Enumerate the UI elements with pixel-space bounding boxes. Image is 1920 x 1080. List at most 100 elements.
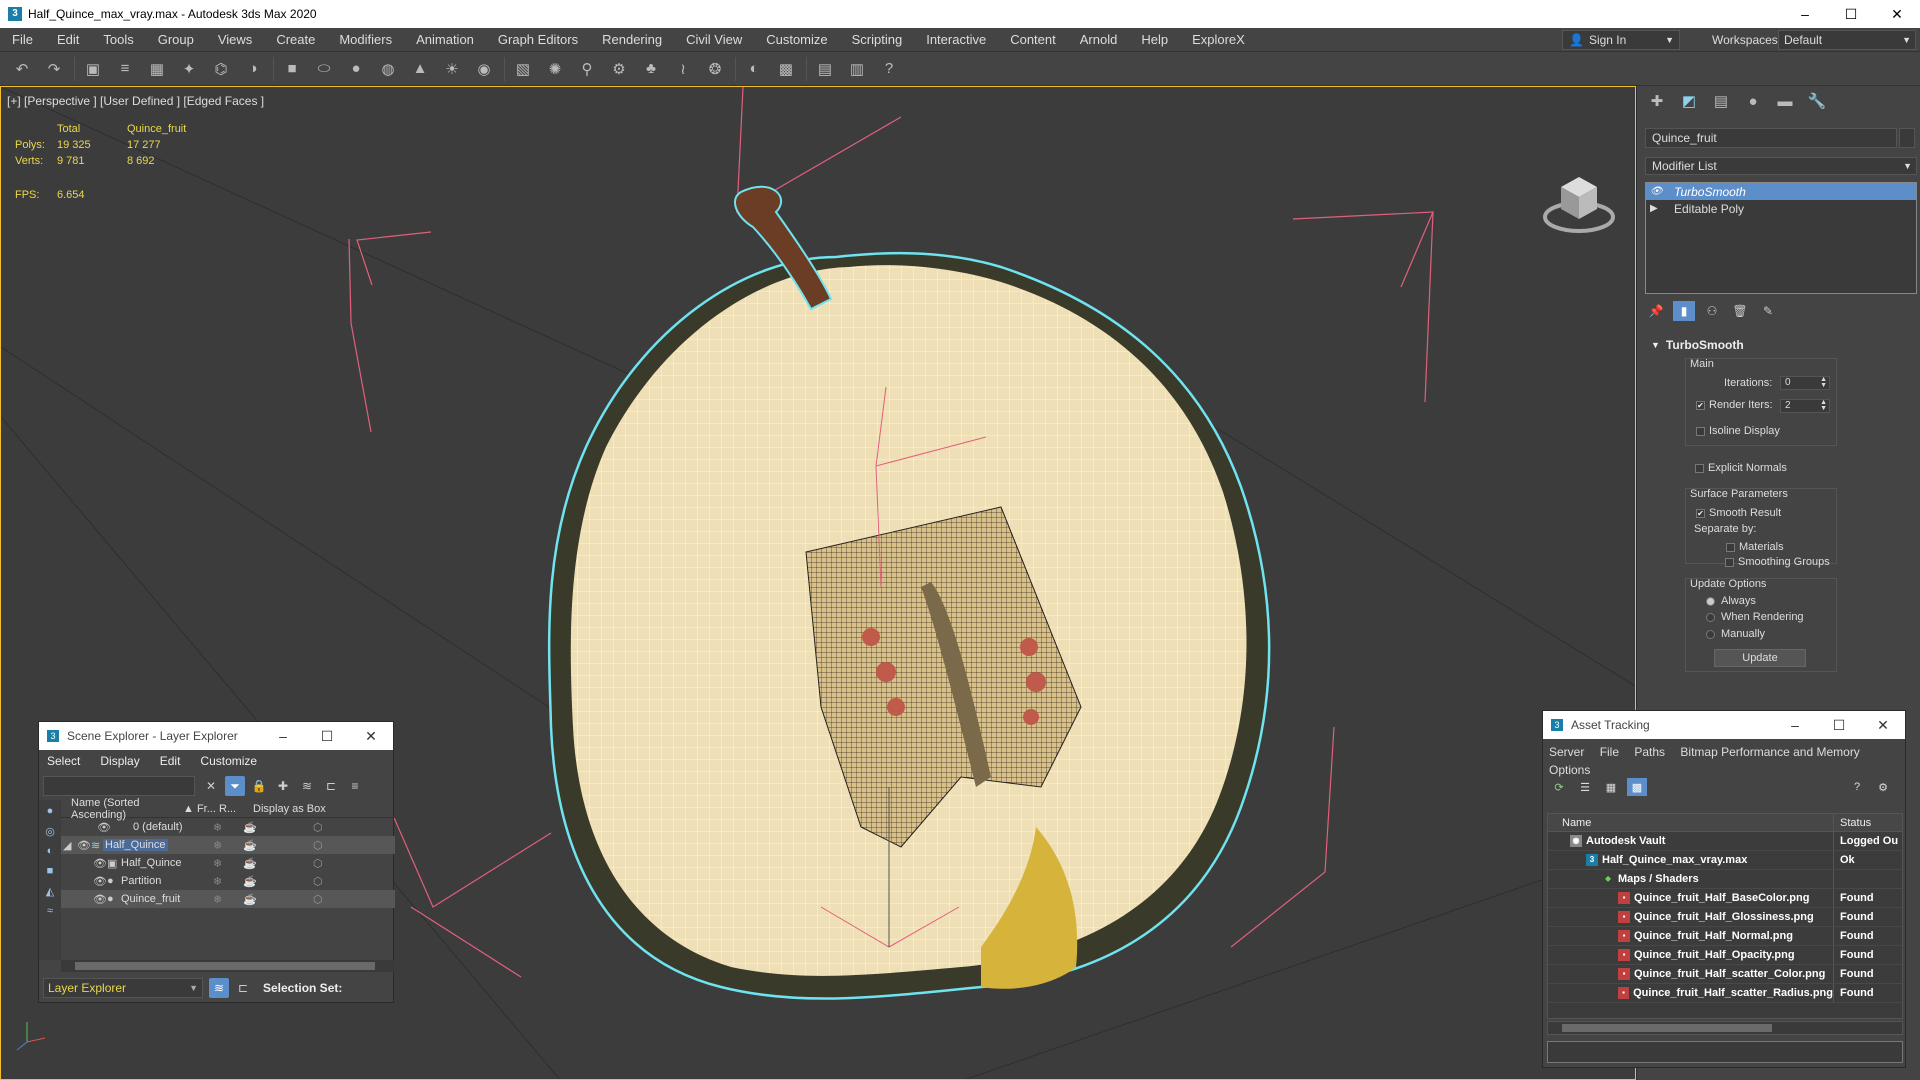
asset-row[interactable]: ▪ Quince_fruit_Half_scatter_Color.png Fou… <box>1548 965 1902 984</box>
close-button[interactable]: ✕ <box>1874 0 1920 28</box>
col-display-as-box[interactable]: Display as Box <box>253 803 326 815</box>
eye-icon[interactable]: 👁 <box>93 875 107 888</box>
freeze-icon[interactable]: ❄ <box>213 893 222 906</box>
scrollbar-thumb[interactable] <box>75 962 375 970</box>
cone-icon[interactable]: ▲ <box>408 57 432 81</box>
menu-tools[interactable]: Tools <box>91 32 145 47</box>
asset-row[interactable]: ▪ Quince_fruit_Half_Opacity.png Found <box>1548 946 1902 965</box>
plant-icon[interactable]: ♣ <box>639 57 663 81</box>
box-icon[interactable]: ⬡ <box>313 875 323 888</box>
asset-row[interactable]: ▪ Quince_fruit_Half_scatter_Radius.png Fo… <box>1548 984 1902 1003</box>
col-name[interactable]: Name (Sorted Ascending) <box>61 797 183 821</box>
layers-icon[interactable]: ≡ <box>113 57 137 81</box>
rollout-header[interactable]: ▼ TurboSmooth <box>1645 336 1917 354</box>
checkbox-checked-icon[interactable]: ✔ <box>1696 400 1705 410</box>
cylinder-icon[interactable]: ⬭ <box>312 57 336 81</box>
expand-icon[interactable]: ◢ <box>63 839 71 852</box>
menu-customize[interactable]: Customize <box>200 754 257 768</box>
search-input[interactable] <box>43 776 195 796</box>
maximize-button[interactable]: ☐ <box>1817 717 1861 734</box>
menu-file[interactable]: File <box>1600 745 1619 759</box>
torus-icon[interactable]: ◍ <box>376 57 400 81</box>
menu-arnold[interactable]: Arnold <box>1068 32 1130 47</box>
eye-icon[interactable]: 👁 <box>93 857 107 870</box>
clear-search-icon[interactable]: ✕ <box>201 776 221 796</box>
asset-icon[interactable]: ▥ <box>845 57 869 81</box>
render-frame-icon[interactable]: ▤ <box>813 57 837 81</box>
gear-icon[interactable]: ⚙ <box>607 57 631 81</box>
bulb-icon[interactable]: ◉ <box>472 57 496 81</box>
smoothing-groups-checkbox[interactable]: Smoothing Groups <box>1725 556 1830 568</box>
radio-icon[interactable] <box>1706 629 1715 639</box>
geometry-filter-icon[interactable]: ● <box>41 802 59 820</box>
menu-server[interactable]: Server <box>1549 745 1584 759</box>
toolbox-icon[interactable]: ▦ <box>145 57 169 81</box>
camera-filter-icon[interactable]: ■ <box>41 862 59 880</box>
asset-row[interactable]: 3 Half_Quince_max_vray.max Ok <box>1548 851 1902 870</box>
help-icon[interactable]: ? <box>877 57 901 81</box>
list-view-icon[interactable]: ☰ <box>1575 778 1595 796</box>
checkbox-icon[interactable] <box>1695 463 1704 473</box>
object-color-swatch[interactable] <box>1899 128 1915 148</box>
object-row[interactable]: 👁 ● Partition ❄ ☕ ⬡ <box>61 872 395 890</box>
menu-rendering[interactable]: Rendering <box>590 32 674 47</box>
checkbox-icon[interactable] <box>1696 426 1705 436</box>
spacewarp-filter-icon[interactable]: ≈ <box>41 902 59 920</box>
explicit-normals-checkbox[interactable]: Explicit Normals <box>1695 462 1787 474</box>
layers-toggle-icon[interactable]: ≋ <box>209 978 229 998</box>
particle-icon[interactable]: ✺ <box>543 57 567 81</box>
minimize-button[interactable]: – <box>1773 717 1817 734</box>
render-icon[interactable]: ☕ <box>243 857 257 870</box>
hierarchy-icon[interactable]: ⊏ <box>321 776 341 796</box>
thumbnail-view-icon[interactable]: ▦ <box>1601 778 1621 796</box>
sign-in-dropdown[interactable]: 👤 Sign In ▼ <box>1562 30 1680 50</box>
box-icon[interactable]: ⬡ <box>313 893 323 906</box>
col-name[interactable]: Name <box>1548 814 1834 831</box>
refresh-icon[interactable]: ⟳ <box>1549 778 1569 796</box>
checkbox-icon[interactable] <box>1726 542 1735 552</box>
box-icon[interactable]: ⬡ <box>313 839 323 852</box>
modifier-list-dropdown[interactable]: Modifier List ▼ <box>1645 157 1917 175</box>
manually-radio[interactable]: Manually <box>1706 628 1765 640</box>
checkbox-checked-icon[interactable]: ✔ <box>1696 508 1705 518</box>
grid-icon[interactable]: ▧ <box>511 57 535 81</box>
menu-interactive[interactable]: Interactive <box>914 32 998 47</box>
eye-icon[interactable]: 👁 <box>97 821 111 834</box>
checkbox-icon[interactable] <box>1725 557 1734 567</box>
menu-civil-view[interactable]: Civil View <box>674 32 754 47</box>
render-icon[interactable]: ☕ <box>243 893 257 906</box>
mirror-icon[interactable]: ◑ <box>241 57 265 81</box>
close-button[interactable]: ✕ <box>1861 717 1905 734</box>
menu-animation[interactable]: Animation <box>404 32 486 47</box>
settings-icon[interactable]: ⚙ <box>1873 778 1893 796</box>
freeze-icon[interactable]: ❄ <box>213 839 222 852</box>
asset-tracking-titlebar[interactable]: 3 Asset Tracking – ☐ ✕ <box>1543 711 1905 739</box>
update-button[interactable]: Update <box>1714 649 1806 667</box>
helper-filter-icon[interactable]: ◭ <box>41 882 59 900</box>
make-unique-icon[interactable]: ⚇ <box>1701 301 1723 321</box>
col-status[interactable]: Status <box>1834 814 1871 831</box>
isoline-display-checkbox[interactable]: Isoline Display <box>1696 425 1780 437</box>
sphere-icon[interactable]: ● <box>344 57 368 81</box>
render-icon[interactable]: ☕ <box>243 839 257 852</box>
menu-paths[interactable]: Paths <box>1634 745 1665 759</box>
radio-icon[interactable] <box>1706 612 1715 622</box>
bone-icon[interactable]: ⚲ <box>575 57 599 81</box>
undo-icon[interactable]: ↶ <box>10 57 34 81</box>
spinner-arrows-icon[interactable]: ▲ ▼ <box>1820 399 1827 412</box>
smooth-result-checkbox[interactable]: ✔ Smooth Result <box>1696 507 1781 519</box>
motion-tab-icon[interactable]: ● <box>1741 90 1765 112</box>
help-icon[interactable]: ? <box>1847 778 1867 796</box>
horizontal-scrollbar[interactable] <box>1547 1021 1903 1035</box>
menu-modifiers[interactable]: Modifiers <box>327 32 404 47</box>
freeze-icon[interactable]: ❄ <box>213 875 222 888</box>
modify-tab-icon[interactable]: ◩ <box>1677 90 1701 112</box>
menu-edit[interactable]: Edit <box>160 754 181 768</box>
horizontal-scrollbar[interactable] <box>61 960 395 972</box>
pin-stack-icon[interactable]: 📌 <box>1645 301 1667 321</box>
box-icon[interactable]: ■ <box>280 57 304 81</box>
spinner-arrows-icon[interactable]: ▲ ▼ <box>1820 376 1827 389</box>
menu-scripting[interactable]: Scripting <box>840 32 915 47</box>
render-icon[interactable]: ▩ <box>774 57 798 81</box>
close-button[interactable]: ✕ <box>349 728 393 745</box>
